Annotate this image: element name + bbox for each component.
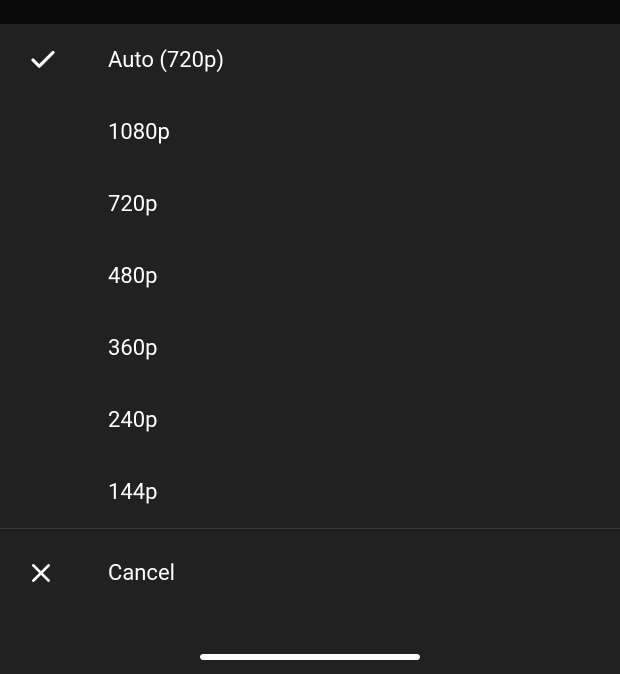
quality-option-720p[interactable]: 720p xyxy=(0,168,620,240)
quality-option-label: Auto (720p) xyxy=(108,48,224,73)
home-indicator[interactable] xyxy=(200,654,420,660)
quality-option-label: 1080p xyxy=(108,120,170,145)
status-bar xyxy=(0,0,620,24)
quality-option-240p[interactable]: 240p xyxy=(0,384,620,456)
quality-option-label: 144p xyxy=(108,480,157,505)
cancel-button[interactable]: Cancel xyxy=(0,529,620,617)
quality-options-list: Auto (720p) 1080p 720p 480p 360p 240p 14… xyxy=(0,24,620,528)
close-icon xyxy=(28,560,108,586)
quality-option-1080p[interactable]: 1080p xyxy=(0,96,620,168)
quality-option-auto[interactable]: Auto (720p) xyxy=(0,24,620,96)
cancel-label: Cancel xyxy=(108,561,175,586)
quality-option-480p[interactable]: 480p xyxy=(0,240,620,312)
quality-option-label: 360p xyxy=(108,336,157,361)
check-icon xyxy=(28,45,108,75)
quality-option-label: 240p xyxy=(108,408,157,433)
quality-option-144p[interactable]: 144p xyxy=(0,456,620,528)
quality-option-360p[interactable]: 360p xyxy=(0,312,620,384)
quality-option-label: 720p xyxy=(108,192,157,217)
quality-option-label: 480p xyxy=(108,264,157,289)
quality-menu: Auto (720p) 1080p 720p 480p 360p 240p 14… xyxy=(0,24,620,674)
